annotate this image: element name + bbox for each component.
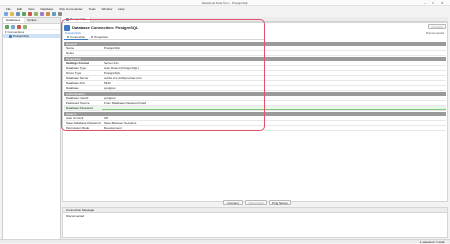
- window-title: Relational Data Tool – PostgreSQL: [201, 1, 249, 5]
- close-icon[interactable]: ✕: [441, 1, 444, 5]
- database-icon: [9, 34, 12, 38]
- tree-item-postgresql[interactable]: PostgreSQL: [3, 34, 60, 38]
- refresh-tree-icon[interactable]: [23, 24, 27, 29]
- sql-icon[interactable]: [40, 12, 44, 16]
- disconnect-button[interactable]: Disconnect: [245, 200, 267, 205]
- menu-edit[interactable]: Edit: [17, 7, 22, 11]
- tree-label-postgresql: PostgreSQL: [13, 34, 30, 38]
- refresh-icon[interactable]: [34, 12, 38, 16]
- connect-icon[interactable]: [22, 12, 26, 16]
- header-connect-button[interactable]: Connect: [428, 24, 446, 29]
- menu-database[interactable]: Database: [40, 7, 53, 11]
- add-connection-icon[interactable]: [5, 24, 9, 29]
- menu-file[interactable]: File: [6, 7, 11, 11]
- status-text: 1 selected / 1 total: [420, 240, 445, 244]
- connection-message-panel: Connection Message Disconnected: [62, 207, 448, 238]
- query-builder-icon[interactable]: [46, 12, 50, 16]
- menu-tools[interactable]: Tools: [89, 7, 96, 11]
- connection-message-text: Disconnected: [66, 214, 85, 218]
- open-icon[interactable]: [10, 12, 14, 16]
- menu-window[interactable]: Window: [102, 7, 113, 11]
- connect-button[interactable]: Connect: [223, 200, 243, 205]
- status-bar: 1 selected / 1 total: [0, 239, 450, 244]
- expand-icon[interactable]: ▾: [5, 30, 7, 34]
- menu-help[interactable]: Help: [118, 7, 124, 11]
- table-icon[interactable]: [52, 12, 56, 16]
- tab-scripts[interactable]: Scripts: [24, 18, 39, 23]
- edit-connection-icon[interactable]: [11, 24, 15, 29]
- settings-icon[interactable]: [58, 12, 62, 16]
- highlight-annotation: [61, 19, 265, 131]
- ping-server-button[interactable]: Ping Server: [269, 200, 291, 205]
- save-icon[interactable]: [16, 12, 20, 16]
- disconnect-icon[interactable]: [28, 12, 32, 16]
- menu-view[interactable]: View: [28, 7, 34, 11]
- maximize-icon[interactable]: □: [432, 1, 434, 5]
- new-icon[interactable]: [4, 12, 8, 16]
- remove-connection-icon[interactable]: [17, 24, 21, 29]
- menu-sql-commander[interactable]: SQL Commander: [59, 7, 82, 11]
- connection-status: Disconnected: [426, 31, 445, 35]
- left-panel: Databases Scripts ▾ Connections PostgreS…: [2, 17, 61, 241]
- tab-databases[interactable]: Databases: [3, 18, 25, 23]
- minimize-icon[interactable]: –: [424, 1, 426, 5]
